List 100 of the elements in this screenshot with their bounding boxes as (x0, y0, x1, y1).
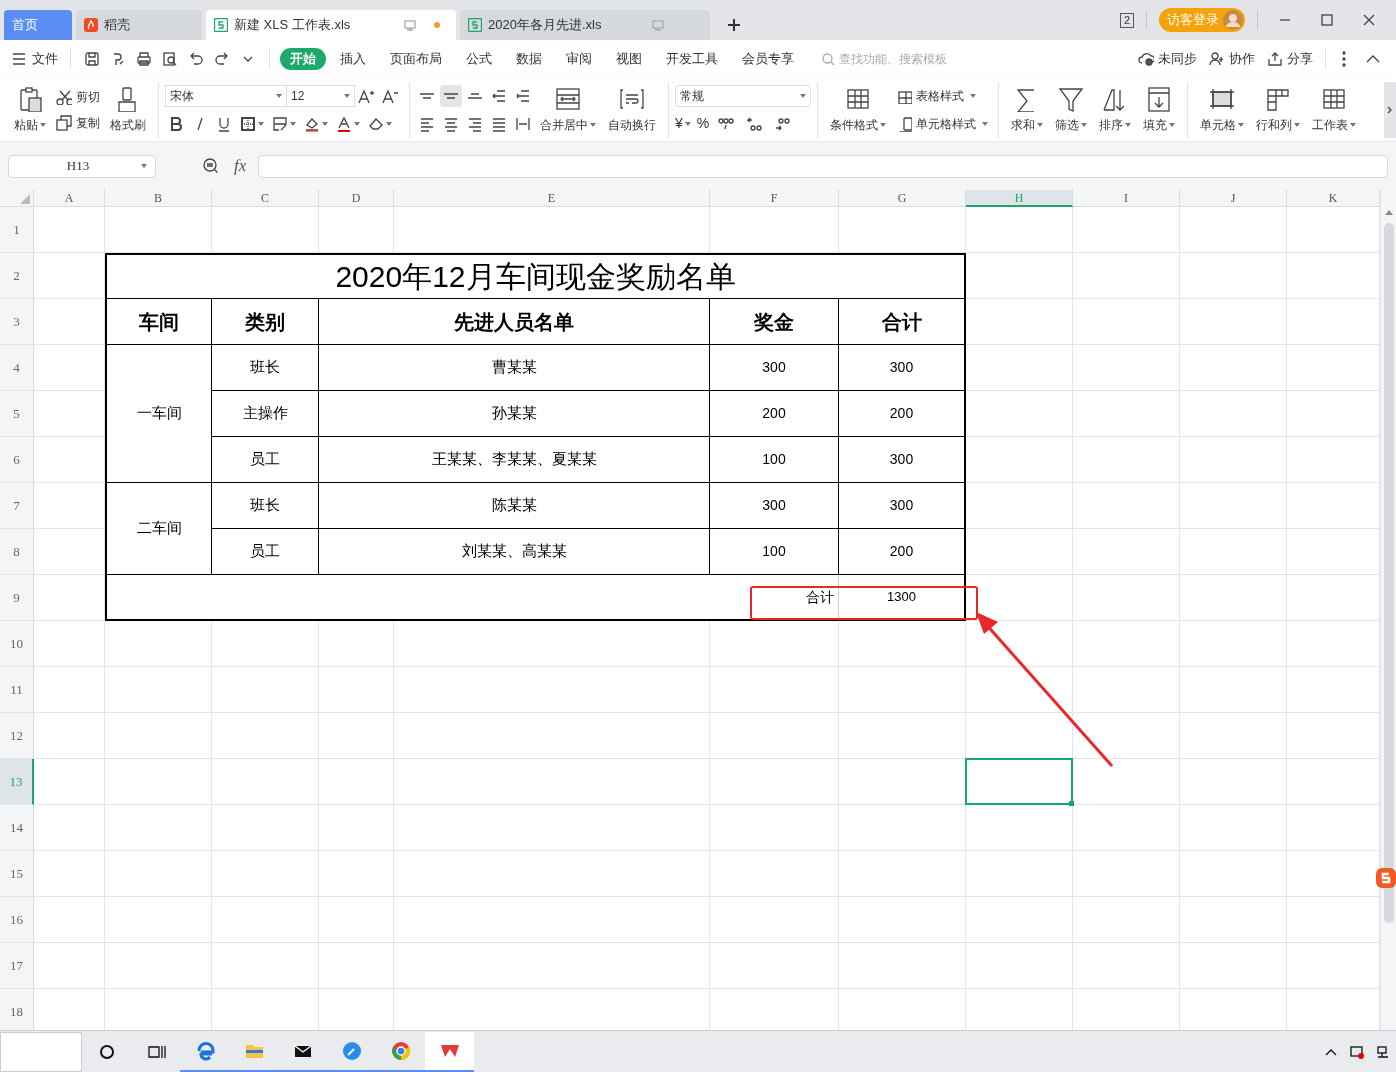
selected-cell[interactable] (965, 758, 1073, 805)
document-tab[interactable]: 稻壳 (76, 10, 202, 40)
font-color-icon (336, 115, 352, 132)
table-cell: 二车间 (105, 483, 212, 575)
column-header[interactable]: B (105, 190, 212, 207)
row-header[interactable]: 8 (0, 529, 34, 575)
menu-tab[interactable]: 页面布局 (380, 48, 452, 70)
number-format-select[interactable]: 常规 (675, 84, 811, 107)
font-size-select[interactable]: 12 (287, 84, 355, 107)
increase-font-icon (358, 87, 376, 104)
column-header[interactable]: C (212, 190, 319, 207)
sheet-title: 2020年12月车间现金奖励名单 (105, 253, 966, 299)
network-icon (1376, 1044, 1390, 1059)
row-header[interactable]: 9 (0, 575, 34, 621)
conditional-format-button[interactable]: 条件格式 (824, 81, 892, 138)
caret-icon (1125, 122, 1131, 127)
column-heading: 先进人员名单 (319, 299, 710, 345)
column-header[interactable]: G (839, 190, 966, 207)
table-cell: 100 (710, 437, 839, 483)
caret-icon (1081, 122, 1087, 127)
worksheet-button[interactable]: 工作表 (1306, 81, 1362, 138)
document-tab[interactable]: 2020年各月先进.xls (460, 10, 710, 40)
column-header[interactable]: F (710, 190, 839, 207)
row-header[interactable]: 16 (0, 897, 34, 943)
chrome-icon (389, 1039, 412, 1062)
paste-button[interactable]: 粘贴 (8, 81, 52, 138)
column-header[interactable]: D (319, 190, 394, 207)
share-icon (1267, 51, 1283, 67)
sum-button[interactable]: 求和 (1005, 81, 1049, 138)
table-cell: 孙某某 (319, 391, 710, 437)
column-header[interactable]: A (34, 190, 105, 207)
menu-tab[interactable]: 插入 (330, 48, 376, 70)
avatar-icon (1223, 10, 1243, 30)
menu-tab[interactable]: 公式 (456, 48, 502, 70)
percent-button[interactable]: % (696, 113, 710, 134)
style-button[interactable]: 表格样式 (892, 84, 992, 107)
search-field[interactable]: 查找功能、搜索模板 (822, 50, 979, 68)
row-header[interactable]: 2 (0, 253, 34, 299)
rows-columns-button[interactable]: 行和列 (1250, 81, 1306, 138)
row-header[interactable]: 4 (0, 345, 34, 391)
merge-center-button[interactable]: 合并居中 (534, 81, 602, 138)
row-header[interactable]: 1 (0, 207, 34, 253)
menu-tab[interactable]: 会员专享 (732, 48, 804, 70)
table-cell: 200 (839, 529, 966, 575)
row-header[interactable]: 15 (0, 851, 34, 897)
fill-button[interactable]: 填充 (1137, 81, 1181, 138)
caret-icon (590, 122, 596, 127)
style-button[interactable]: 单元格样式 (892, 112, 992, 135)
cell-button[interactable]: 单元格 (1194, 81, 1250, 138)
name-box[interactable]: H13 (8, 154, 156, 178)
caret-icon (40, 122, 46, 127)
document-tab[interactable]: 新建 XLS 工作表.xls (206, 10, 456, 40)
column-header[interactable]: J (1180, 190, 1287, 207)
wrap-text-button[interactable]: 自动换行 (602, 81, 662, 138)
menu-tab[interactable]: 数据 (506, 48, 552, 70)
chevron-right-icon (1387, 105, 1393, 114)
row-header[interactable]: 6 (0, 437, 34, 483)
copy-button[interactable]: 复制 (52, 111, 104, 134)
tab-count[interactable]: 2 (1119, 12, 1134, 28)
table-cell: 200 (710, 391, 839, 437)
row-header[interactable]: 10 (0, 621, 34, 667)
format-painter-button[interactable]: 格式刷 (104, 81, 152, 138)
table-cell: 300 (839, 437, 966, 483)
caret-icon (322, 121, 328, 126)
menu-tab[interactable]: 开发工具 (656, 48, 728, 70)
currency-button[interactable]: ¥ (675, 113, 691, 134)
row-header[interactable]: 5 (0, 391, 34, 437)
filter-button[interactable]: 筛选 (1049, 81, 1093, 138)
row-header[interactable]: 3 (0, 299, 34, 345)
increase-decimal-icon (746, 115, 763, 132)
toolbar-action[interactable]: 协作 (1209, 49, 1255, 69)
row-header[interactable]: 11 (0, 667, 34, 713)
row-header[interactable]: 14 (0, 805, 34, 851)
cloud-icon (1138, 51, 1154, 67)
table-cell: 200 (839, 391, 966, 437)
row-header[interactable]: 7 (0, 483, 34, 529)
redo-icon (214, 51, 230, 67)
formula-field[interactable] (258, 154, 1388, 178)
table-cell: 员工 (212, 437, 319, 483)
column-header[interactable]: I (1073, 190, 1180, 207)
fill-icon (1146, 85, 1172, 112)
menu-tab[interactable]: 视图 (606, 48, 652, 70)
column-header[interactable]: K (1287, 190, 1380, 207)
function-label[interactable]: fx (234, 153, 247, 179)
menu-tab[interactable]: 审阅 (556, 48, 602, 70)
save-icon (84, 51, 100, 67)
row-header[interactable]: 17 (0, 943, 34, 989)
align-middle-button[interactable] (440, 84, 462, 107)
toolbar-action[interactable]: 分享 (1267, 49, 1313, 69)
column-header[interactable]: E (394, 190, 710, 207)
toolbar-action[interactable]: 未同步 (1138, 49, 1197, 69)
scrollbar-thumb[interactable] (1383, 223, 1394, 923)
caret-icon (800, 93, 806, 98)
file-menu[interactable]: 文件 (12, 49, 70, 69)
cut-button[interactable]: 剪切 (52, 85, 104, 108)
taskbar-search-field[interactable] (0, 1031, 82, 1072)
font-select[interactable]: 宋体 (165, 84, 287, 107)
sort-button[interactable]: 排序 (1093, 81, 1137, 138)
thousands-icon (718, 115, 735, 132)
close-icon (1362, 13, 1376, 27)
